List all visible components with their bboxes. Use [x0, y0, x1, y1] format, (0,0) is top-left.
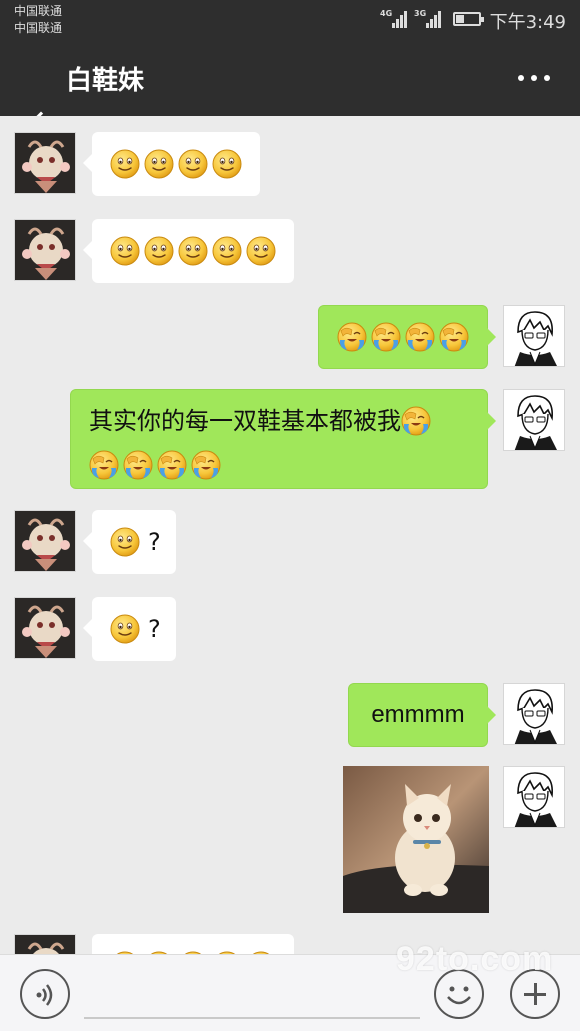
contact-avatar[interactable]: [14, 934, 76, 954]
status-bar: 中国联通 中国联通 4G 3G 下午3:49: [0, 0, 580, 40]
message-bubble-received[interactable]: [92, 934, 294, 954]
carrier-label-1: 中国联通: [14, 4, 63, 18]
chat-area[interactable]: 其实你的每一双鞋基本都被我 ? ? emmmm: [0, 116, 580, 954]
message-bubble-received[interactable]: [83, 219, 294, 283]
title-bar: 中国联通 中国联通 4G 3G 下午3:49 白鞋妹: [0, 0, 580, 143]
message-input[interactable]: [84, 969, 420, 1019]
facepalm-emoji-icon: [191, 450, 221, 480]
voice-button[interactable]: [20, 969, 70, 1019]
message-bubble-sent[interactable]: 其实你的每一双鞋基本都被我: [70, 389, 496, 489]
message-text: ?: [148, 615, 161, 643]
smile-emoji-icon: [144, 149, 174, 179]
more-dots-icon: [518, 75, 524, 81]
smile-emoji-icon: [212, 236, 242, 266]
emoji-row: [89, 450, 225, 480]
facepalm-emoji-icon: [89, 450, 119, 480]
emoji-row: [110, 527, 144, 557]
message-text: emmmm: [371, 701, 465, 728]
more-button[interactable]: [512, 66, 556, 90]
emoji-row: [110, 236, 280, 266]
smile-emoji-icon: [110, 527, 140, 557]
smile-emoji-icon: [110, 236, 140, 266]
smile-emoji-icon: [178, 236, 208, 266]
smile-emoji-icon: [144, 236, 174, 266]
emoji-row: [337, 322, 473, 352]
smile-emoji-icon: [178, 149, 208, 179]
contact-avatar[interactable]: [14, 132, 76, 194]
emoji-row: [401, 406, 435, 436]
message-bubble-received[interactable]: ?: [83, 597, 176, 661]
facepalm-emoji-icon: [157, 450, 187, 480]
emoji-row: [110, 149, 246, 179]
carrier-label-2: 中国联通: [14, 21, 63, 35]
message-bubble-received[interactable]: [83, 132, 260, 196]
facepalm-emoji-icon: [439, 322, 469, 352]
facepalm-emoji-icon: [371, 322, 401, 352]
my-avatar[interactable]: [503, 766, 565, 828]
message-text: 其实你的每一双鞋基本都被我: [89, 407, 401, 435]
smile-emoji-icon: [110, 614, 140, 644]
message-text: ?: [148, 528, 161, 556]
battery-icon: [453, 12, 484, 26]
my-avatar[interactable]: [503, 389, 565, 451]
back-button[interactable]: [8, 52, 57, 143]
smile-emoji-icon: [246, 236, 276, 266]
message-bubble-sent[interactable]: [318, 305, 496, 369]
watermark: 92to.com: [396, 940, 554, 978]
message-bubble-sent[interactable]: emmmm: [348, 683, 496, 747]
facepalm-emoji-icon: [123, 450, 153, 480]
my-avatar[interactable]: [503, 305, 565, 367]
facepalm-emoji-icon: [405, 322, 435, 352]
facepalm-emoji-icon: [337, 322, 367, 352]
message-bubble-received[interactable]: ?: [83, 510, 176, 574]
facepalm-emoji-icon: [401, 406, 431, 436]
smile-emoji-icon: [110, 149, 140, 179]
emoji-row: [110, 614, 144, 644]
smile-emoji-icon: [212, 149, 242, 179]
contact-avatar[interactable]: [14, 510, 76, 572]
network-type-2: 3G: [414, 9, 427, 18]
status-time: 下午3:49: [489, 12, 566, 33]
contact-avatar[interactable]: [14, 597, 76, 659]
network-type-1: 4G: [380, 9, 393, 18]
my-avatar[interactable]: [503, 683, 565, 745]
chat-title: 白鞋妹: [66, 66, 145, 96]
image-message-kitten[interactable]: [343, 766, 489, 913]
contact-avatar[interactable]: [14, 219, 76, 281]
voice-icon: [36, 984, 53, 1006]
